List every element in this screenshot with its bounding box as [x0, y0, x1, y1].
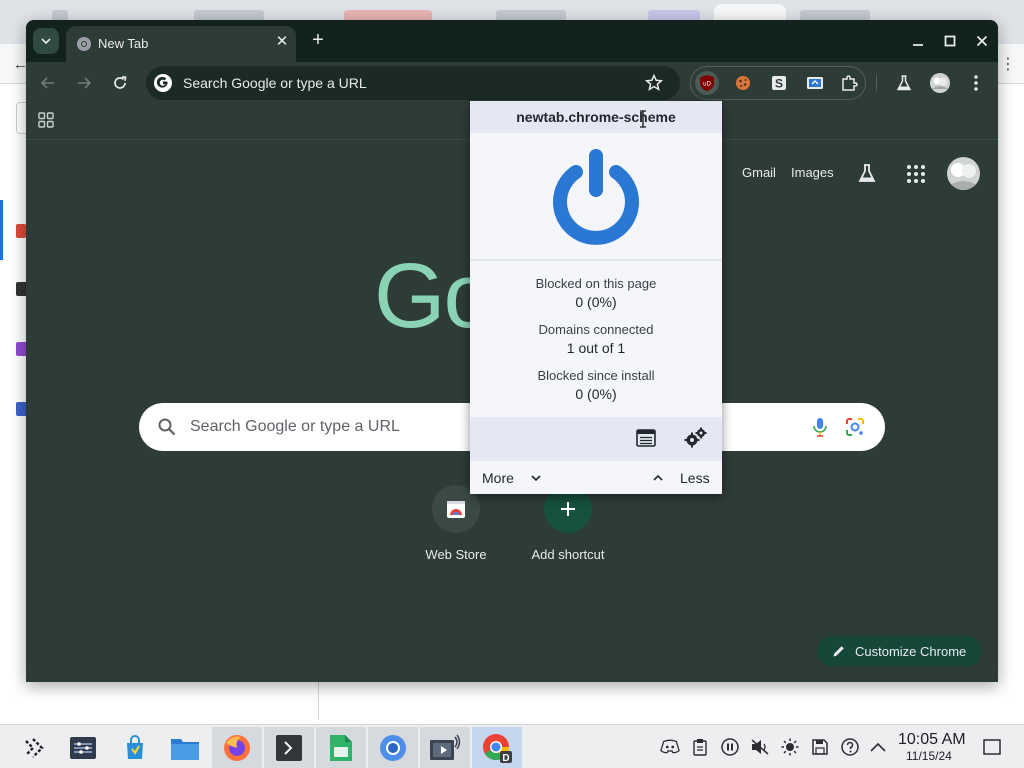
- tab-title: New Tab: [98, 36, 149, 51]
- discover-store-icon[interactable]: [110, 727, 160, 768]
- background-page-edge: [0, 84, 30, 684]
- system-settings-icon[interactable]: [58, 727, 108, 768]
- shortcut-label: Web Store: [425, 547, 487, 562]
- bookmark-star-icon[interactable]: [644, 73, 664, 93]
- google-apps-grid-icon[interactable]: [906, 164, 926, 184]
- ublock-stat-value: 1 out of 1: [566, 340, 626, 356]
- pencil-icon: [833, 646, 844, 657]
- omnibox[interactable]: Search Google or type a URL: [146, 66, 680, 100]
- profile-avatar-icon[interactable]: [928, 71, 952, 95]
- minimize-icon[interactable]: [906, 29, 930, 53]
- chevron-down-icon: [41, 38, 51, 44]
- ublock-hostname: newtab.chrome-scheme: [470, 101, 722, 133]
- logger-icon[interactable]: [636, 429, 656, 447]
- svg-text:S: S: [775, 77, 783, 91]
- file-manager-icon[interactable]: [160, 727, 210, 768]
- extensions-group: uD S: [690, 66, 866, 100]
- apps-grid-icon[interactable]: [38, 112, 54, 128]
- chevron-down-icon[interactable]: [530, 473, 542, 483]
- terminal-icon[interactable]: [264, 727, 314, 768]
- customize-chrome-button[interactable]: Customize Chrome: [817, 636, 981, 666]
- chevron-up-icon[interactable]: [868, 737, 888, 757]
- pause-icon[interactable]: [720, 737, 740, 757]
- ublock-tools-bar: [470, 417, 722, 461]
- close-window-icon[interactable]: [970, 29, 994, 53]
- search-icon: [158, 418, 176, 436]
- ntp-search-placeholder: Search Google or type a URL: [190, 418, 400, 435]
- media-player-icon[interactable]: [420, 727, 470, 768]
- s-extension-icon[interactable]: S: [767, 71, 791, 95]
- background-divider: [318, 682, 319, 720]
- save-icon[interactable]: [810, 737, 830, 757]
- gmail-link[interactable]: Gmail: [742, 165, 776, 180]
- cookie-extension-icon[interactable]: [731, 71, 755, 95]
- labs-flask-icon[interactable]: [892, 71, 916, 95]
- ublock-more-button[interactable]: More: [482, 470, 514, 486]
- ublock-stat-label: Domains connected: [538, 322, 654, 337]
- omnibox-placeholder: Search Google or type a URL: [183, 75, 367, 91]
- background-favicon: [16, 224, 26, 238]
- clock-time[interactable]: 10:05 AM: [898, 731, 966, 749]
- taskbar: D 10:05 AM 11/15/24: [0, 724, 1024, 768]
- clock-date[interactable]: 11/15/24: [906, 749, 952, 763]
- reload-icon[interactable]: [108, 71, 132, 95]
- spreadsheet-icon[interactable]: [316, 727, 366, 768]
- ublock-stat-label: Blocked since install: [537, 368, 655, 383]
- dashboard-gears-icon[interactable]: [684, 427, 708, 449]
- app-launcher-icon[interactable]: [8, 727, 58, 768]
- ublock-origin-icon[interactable]: uD: [695, 71, 719, 95]
- new-tab-button[interactable]: +: [306, 29, 330, 53]
- ublock-stat-label: Blocked on this page: [535, 276, 657, 291]
- labs-flask-icon[interactable]: [856, 162, 878, 184]
- svg-text:uD: uD: [703, 82, 711, 88]
- chrome-taskbar-icon[interactable]: D: [472, 727, 522, 768]
- images-link[interactable]: Images: [791, 165, 834, 180]
- google-g-icon: [154, 74, 172, 92]
- google-lens-icon[interactable]: [844, 416, 866, 438]
- account-avatar[interactable]: [947, 157, 980, 190]
- discord-icon[interactable]: [660, 737, 680, 757]
- chrome-favicon-icon: [77, 37, 91, 51]
- screen-capture-extension-icon[interactable]: [803, 71, 827, 95]
- background-selection-accent: [0, 200, 3, 260]
- ublock-stat-value: 0 (0%): [575, 294, 617, 310]
- chrome-menu-icon[interactable]: [964, 71, 988, 95]
- forward-arrow-icon[interactable]: [72, 71, 96, 95]
- toolbar-separator: [876, 75, 877, 91]
- ublock-popup: newtab.chrome-scheme Blocked on this pag…: [470, 101, 722, 494]
- ublock-footer: More Less: [470, 461, 722, 494]
- chevron-up-icon[interactable]: [652, 473, 664, 483]
- shortcut-label: Add shortcut: [531, 547, 605, 562]
- firefox-icon[interactable]: [212, 727, 262, 768]
- mute-icon[interactable]: [750, 737, 770, 757]
- tab-strip: New Tab ✕ +: [26, 20, 998, 62]
- tab-search-button[interactable]: [33, 28, 59, 54]
- svg-text:D: D: [502, 753, 509, 764]
- maximize-icon[interactable]: [938, 29, 962, 53]
- power-icon[interactable]: [548, 145, 644, 249]
- clipboard-icon[interactable]: [690, 737, 710, 757]
- show-desktop-icon[interactable]: [982, 737, 1002, 757]
- ublock-divider: [470, 259, 722, 261]
- tab-close-icon[interactable]: ✕: [272, 32, 292, 52]
- shortcut-add[interactable]: Add shortcut: [513, 485, 623, 562]
- chromium-icon[interactable]: [368, 727, 418, 768]
- ublock-less-button[interactable]: Less: [680, 470, 710, 486]
- shortcut-web-store[interactable]: Web Store: [401, 485, 511, 562]
- ublock-stat-value: 0 (0%): [575, 386, 617, 402]
- text-cursor-icon: [640, 110, 646, 128]
- background-more-icon[interactable]: ⋮: [1000, 54, 1016, 74]
- back-arrow-icon[interactable]: [36, 71, 60, 95]
- voice-search-mic-icon[interactable]: [809, 416, 831, 438]
- browser-toolbar: Search Google or type a URL uD S: [26, 62, 998, 104]
- help-icon[interactable]: [840, 737, 860, 757]
- active-tab[interactable]: New Tab ✕: [66, 26, 296, 62]
- extensions-puzzle-icon[interactable]: [837, 71, 861, 95]
- customize-chrome-label: Customize Chrome: [855, 644, 967, 659]
- brightness-icon[interactable]: [780, 737, 800, 757]
